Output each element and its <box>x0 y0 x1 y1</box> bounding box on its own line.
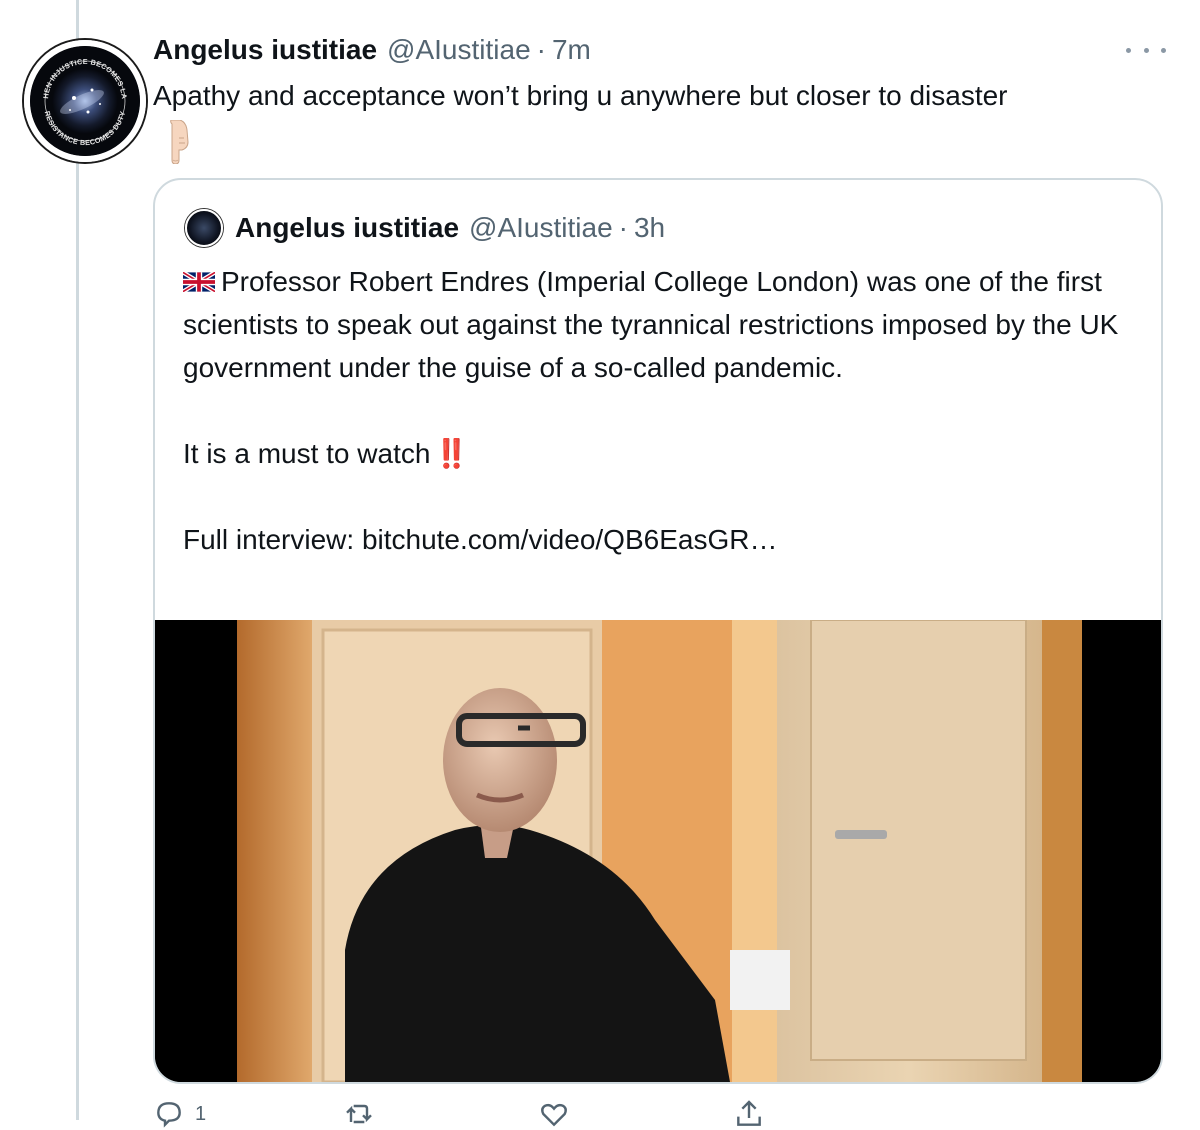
quoted-author-handle: @AIustitiae <box>469 212 613 243</box>
more-dot-icon <box>1126 47 1131 53</box>
quoted-tweet-card[interactable]: Angelus iustitiae @AIustitiae · 3h 🇬🇧 Pr… <box>153 178 1163 1084</box>
heart-icon <box>541 1103 567 1127</box>
quoted-paragraph-3: Full interview: bitchute.com/video/QB6Ea… <box>183 518 1133 561</box>
quoted-paragraph-2: It is a must to watch ‼️ <box>183 432 1133 475</box>
quoted-author-avatar <box>185 209 223 247</box>
like-button[interactable] <box>538 1098 580 1130</box>
tweet-text: Apathy and acceptance won’t bring u anyw… <box>153 80 1008 111</box>
reply-icon <box>157 1102 181 1128</box>
tweet-timestamp[interactable]: 7m <box>552 34 591 66</box>
reply-button[interactable]: 1 <box>153 1098 206 1130</box>
tweet-header: Angelus iustitiae @AIustitiae · 7m <box>153 30 591 70</box>
quoted-tweet-header: Angelus iustitiae @AIustitiae · 3h <box>185 208 665 248</box>
double-exclamation-icon: ‼️ <box>434 438 469 469</box>
more-options-button[interactable] <box>1126 38 1166 62</box>
avatar-image: WHEN INJUSTICE BECOMES LAW RESISTANCE BE… <box>30 46 140 156</box>
author-avatar[interactable]: WHEN INJUSTICE BECOMES LAW RESISTANCE BE… <box>24 40 146 162</box>
share-button[interactable] <box>733 1098 765 1130</box>
author-handle[interactable]: @AIustitiae <box>387 34 531 66</box>
retweet-icon <box>346 1104 372 1124</box>
share-icon <box>737 1100 761 1126</box>
full-interview-link[interactable]: Full interview: bitchute.com/video/QB6Ea… <box>183 524 777 555</box>
reply-count: 1 <box>195 1102 207 1125</box>
header-separator: · <box>536 34 546 65</box>
tweet-actions-bar: 1 <box>153 1098 853 1128</box>
thread-line <box>76 0 79 1120</box>
quoted-tweet-timestamp: 3h <box>633 212 666 243</box>
pointing-down-emoji-icon: 👇🏻 <box>170 120 189 164</box>
author-name[interactable]: Angelus iustitiae <box>153 34 377 66</box>
more-dot-icon <box>1143 47 1149 53</box>
uk-flag-icon: 🇬🇧 <box>183 272 215 292</box>
video-player[interactable] <box>155 620 1161 1082</box>
quoted-paragraph-1-text: Professor Robert Endres (Imperial Colleg… <box>183 266 1119 383</box>
retweet-button[interactable] <box>343 1098 385 1130</box>
quoted-paragraph-1: 🇬🇧 Professor Robert Endres (Imperial Col… <box>183 260 1133 389</box>
quoted-author-name: Angelus iustitiae <box>235 212 460 243</box>
quoted-header-separator: · <box>618 212 628 243</box>
quoted-paragraph-2-text: It is a must to watch <box>183 438 431 469</box>
quoted-tweet-text: 🇬🇧 Professor Robert Endres (Imperial Col… <box>183 260 1133 561</box>
more-dot-icon <box>1161 47 1166 53</box>
video-thumbnail <box>155 620 1161 1082</box>
